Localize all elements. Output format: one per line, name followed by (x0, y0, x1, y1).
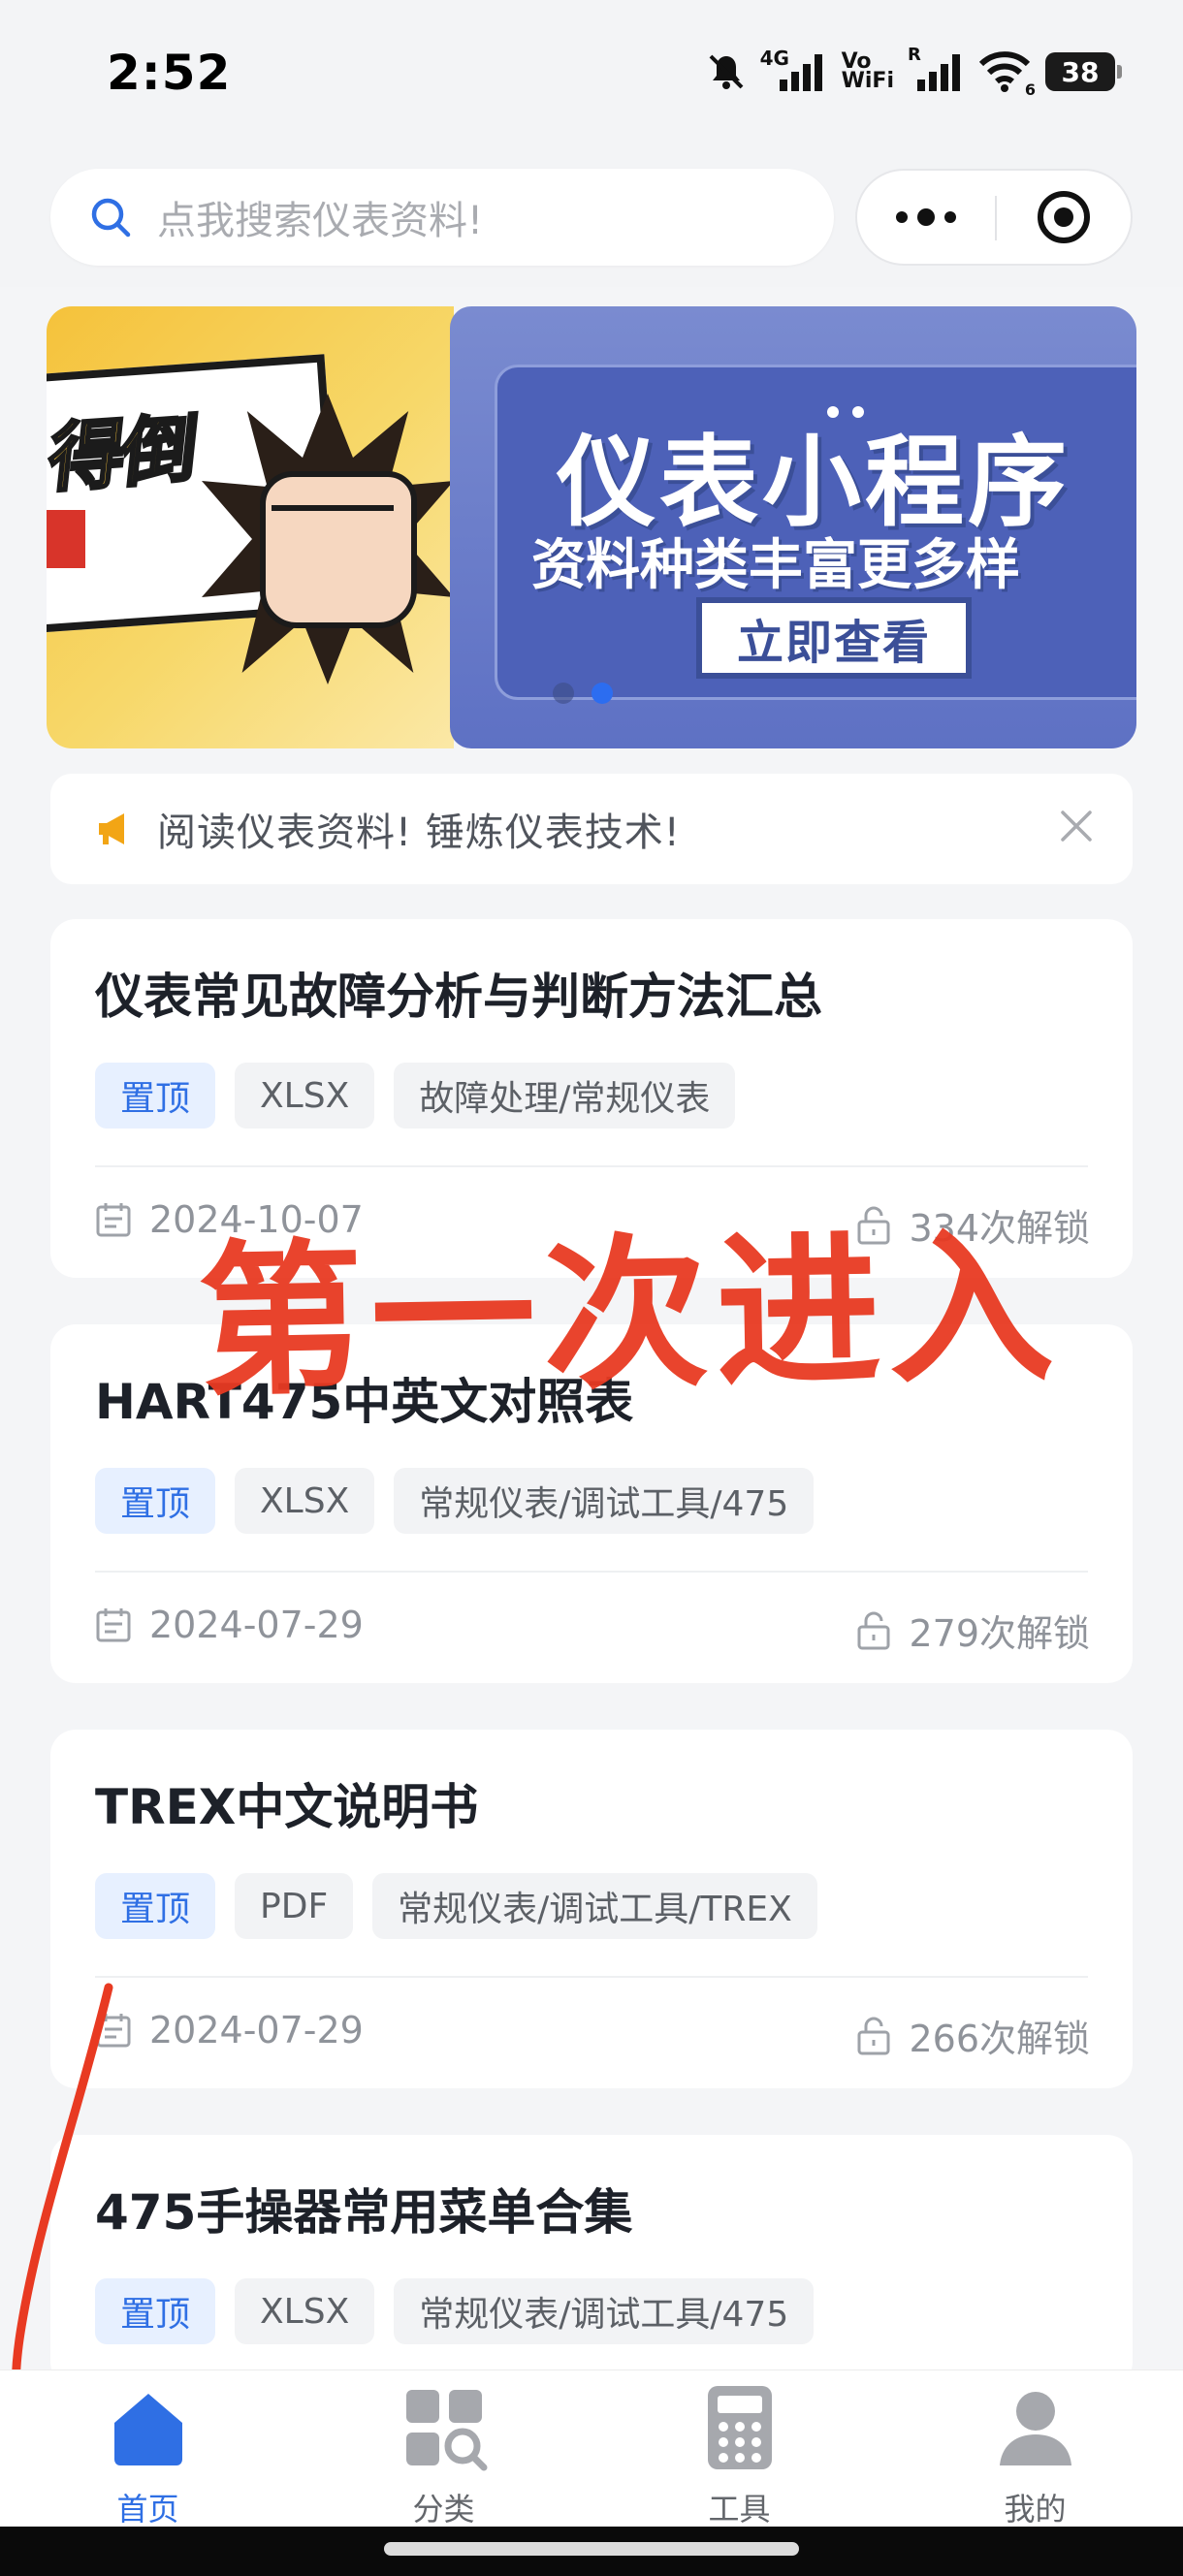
category-tag: 故障处理/常规仪表 (394, 1063, 736, 1129)
close-miniprogram-button[interactable] (997, 171, 1131, 264)
search-placeholder: 点我搜索仪表资料! (157, 199, 484, 243)
banner-left-text: 得倒 (47, 404, 200, 504)
file-type-tag: PDF (235, 1873, 354, 1939)
calendar-icon (96, 1203, 131, 1237)
tab-label: 我的 (1004, 2491, 1067, 2528)
vowifi-icon: Vo WiFi (841, 51, 894, 93)
user-icon (999, 2392, 1071, 2465)
fist-illustration-line (272, 505, 394, 511)
pinned-tag: 置顶 (95, 1063, 216, 1129)
more-menu-button[interactable] (857, 171, 995, 264)
banner-cta-button[interactable]: 立即查看 (696, 597, 972, 679)
tag-list: 置顶 XLSX 故障处理/常规仪表 (95, 1063, 736, 1129)
more-dot-icon (944, 211, 956, 223)
document-title: TREX中文说明书 (95, 1779, 479, 1835)
status-icons: 4G Vo WiFi R 6 38 (706, 45, 1122, 99)
card-divider (95, 1165, 1088, 1167)
category-tag: 常规仪表/调试工具/475 (394, 1468, 815, 1534)
annotation-overlay-text: 第一次进入 (196, 1212, 1063, 1419)
calendar-icon (96, 1608, 131, 1642)
tag-list: 置顶 PDF 常规仪表/调试工具/TREX (95, 1873, 817, 1939)
pinned-tag: 置顶 (95, 1873, 216, 1939)
file-type-tag: XLSX (235, 2278, 375, 2344)
tab-label: 工具 (708, 2491, 771, 2528)
wifi-icon: 6 (977, 50, 1036, 99)
mute-icon (709, 54, 744, 89)
bottom-tab-bar: 首页 分类 工具 我的 (0, 2369, 1183, 2528)
calculator-icon (707, 2386, 772, 2469)
card-divider (95, 1571, 1088, 1573)
unlock-icon (857, 1611, 890, 1649)
unlock-icon (857, 2017, 890, 2054)
search-icon (91, 198, 131, 238)
banner-subtitle: 资料种类丰富更多样 (531, 534, 1020, 597)
banner-red-graphic (47, 510, 85, 568)
more-dot-icon (896, 211, 908, 223)
unlock-count: 266次解锁 (856, 2009, 1090, 2062)
date-text: 2024-07-29 (149, 1604, 364, 1646)
category-tag: 常规仪表/调试工具/TREX (372, 1873, 817, 1939)
notice-text: 阅读仪表资料! 锤炼仪表技术! (157, 811, 681, 855)
home-indicator[interactable] (384, 2542, 799, 2556)
file-type-tag: XLSX (235, 1063, 375, 1129)
banner-dot-active[interactable] (592, 683, 613, 704)
status-time: 2:52 (107, 45, 232, 101)
banner-dot[interactable] (553, 683, 574, 704)
megaphone-icon (99, 813, 124, 844)
tab-label: 首页 (116, 2491, 179, 2528)
document-date: 2024-07-29 (95, 1604, 364, 1646)
target-close-icon (1038, 191, 1090, 243)
close-icon[interactable] (1055, 805, 1098, 847)
unlock-count: 279次解锁 (856, 1604, 1090, 1657)
wifi-label: WiFi (841, 69, 894, 93)
tab-label: 分类 (412, 2491, 475, 2528)
tag-list: 置顶 XLSX 常规仪表/调试工具/475 (95, 1468, 815, 1534)
card-divider (95, 1976, 1088, 1978)
tab-category[interactable]: 分类 (296, 2370, 592, 2528)
status-bar: 2:52 4G Vo WiFi R 6 38 (0, 0, 1183, 155)
unlock-count-text: 279次解锁 (909, 1612, 1090, 1655)
cellular-roaming-icon: R (908, 45, 964, 93)
fist-illustration (260, 471, 417, 628)
category-tag: 常规仪表/调试工具/475 (394, 2278, 815, 2344)
tab-tools[interactable]: 工具 (592, 2370, 887, 2528)
tab-profile[interactable]: 我的 (887, 2370, 1183, 2528)
search-bar[interactable]: 点我搜索仪表资料! (50, 169, 834, 266)
more-dot-icon (917, 208, 935, 226)
banner-slide-previous: 得倒 (47, 306, 454, 748)
home-icon (113, 2394, 182, 2465)
notice-bar[interactable]: 阅读仪表资料! 锤炼仪表技术! (50, 774, 1133, 884)
banner-pagination (553, 683, 613, 704)
miniprogram-capsule (855, 169, 1133, 266)
tab-home[interactable]: 首页 (0, 2370, 296, 2528)
wifi-version: 6 (1024, 80, 1036, 99)
battery-icon: 38 (1045, 52, 1122, 91)
file-type-tag: XLSX (235, 1468, 375, 1534)
cellular-4g-icon: 4G (760, 47, 828, 93)
document-title: 仪表常见故障分析与判断方法汇总 (95, 969, 822, 1025)
category-icon (405, 2390, 487, 2471)
pinned-tag: 置顶 (95, 1468, 216, 1534)
unlock-count-text: 266次解锁 (909, 2018, 1090, 2060)
